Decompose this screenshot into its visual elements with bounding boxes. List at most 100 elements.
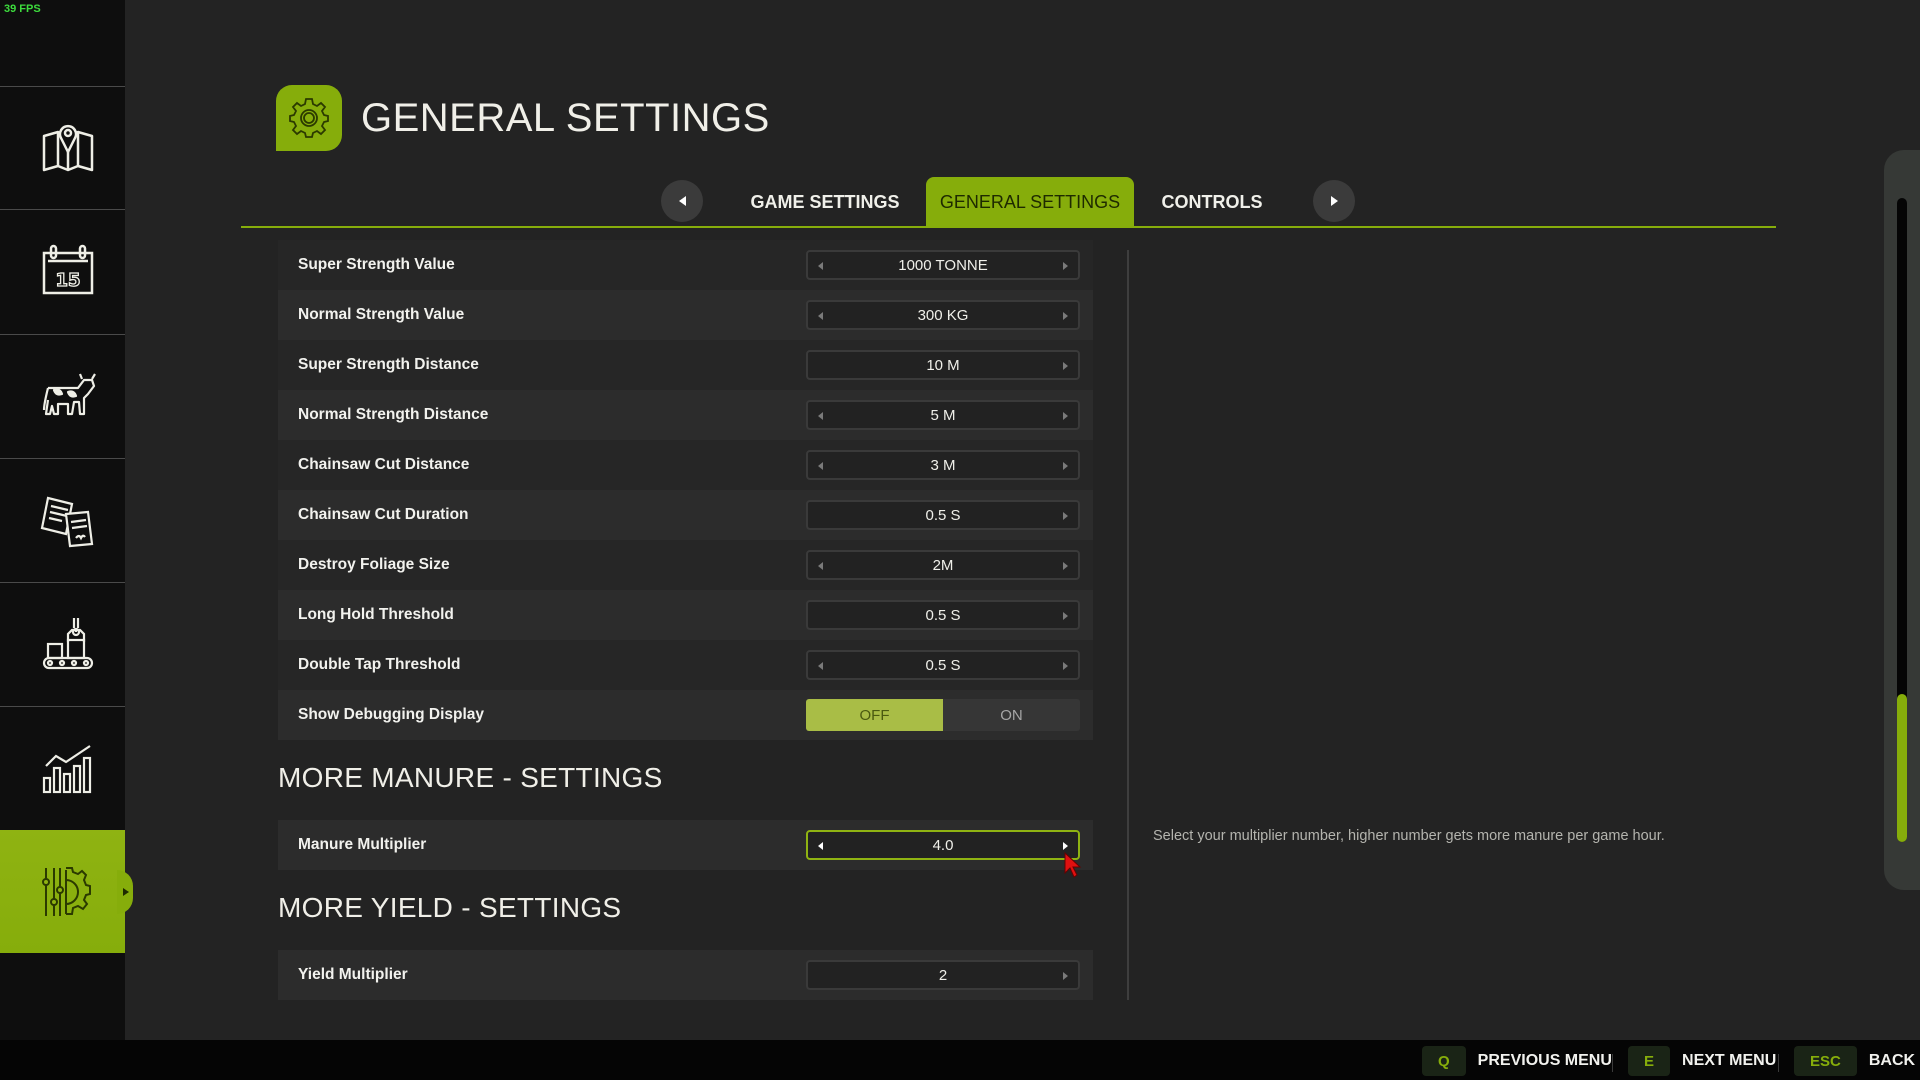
arrow-left-icon[interactable]	[818, 562, 823, 570]
hint-next-menu[interactable]: E NEXT MENU	[1628, 1046, 1776, 1076]
key-badge: E	[1628, 1046, 1671, 1076]
chart-icon	[42, 745, 91, 794]
stepper-value: 10 M	[926, 356, 960, 374]
yield-multiplier-stepper[interactable]: 2	[806, 960, 1080, 990]
panel-divider	[1127, 250, 1129, 1000]
setting-row: Long Hold Threshold 0.5 S	[278, 590, 1093, 640]
sidebar-item-statistics[interactable]	[0, 706, 125, 829]
setting-stepper[interactable]: 300 KG	[806, 300, 1080, 330]
hint-previous-menu[interactable]: Q PREVIOUS MENU	[1422, 1046, 1612, 1076]
tab-game-settings[interactable]: GAME SETTINGS	[740, 177, 910, 227]
fps-counter: 39 FPS	[4, 3, 41, 15]
setting-label: Double Tap Threshold	[298, 656, 461, 673]
setting-label: Chainsaw Cut Distance	[298, 456, 470, 473]
tab-next-button[interactable]	[1313, 180, 1355, 222]
tabs-underline	[241, 226, 1776, 228]
arrow-left-icon[interactable]	[818, 662, 823, 670]
setting-label: Show Debugging Display	[298, 706, 485, 723]
arrow-right-icon[interactable]	[1063, 512, 1068, 520]
stepper-value: 5 M	[930, 406, 956, 424]
documents-icon	[40, 496, 93, 548]
arrow-right-icon[interactable]	[1063, 972, 1068, 980]
sidebar: 15	[0, 0, 133, 1040]
hint-label: NEXT MENU	[1682, 1052, 1777, 1069]
stepper-value: 1000 TONNE	[898, 256, 988, 274]
arrow-right-icon[interactable]	[1063, 412, 1068, 420]
arrow-right-icon[interactable]	[1063, 662, 1068, 670]
arrow-right-icon[interactable]	[1063, 262, 1068, 270]
scrollbar-thumb[interactable]	[1897, 694, 1907, 842]
arrow-right-icon[interactable]	[1063, 312, 1068, 320]
setting-label: Super Strength Value	[298, 256, 455, 273]
stepper-value: 4.0	[932, 836, 954, 854]
setting-row: Super Strength Value 1000 TONNE	[278, 240, 1093, 290]
setting-row: Double Tap Threshold 0.5 S	[278, 640, 1093, 690]
setting-stepper[interactable]: 2M	[806, 550, 1080, 580]
header-icon-badge	[276, 85, 342, 151]
hint-separator	[1778, 1054, 1779, 1072]
stepper-value: 0.5 S	[925, 606, 961, 624]
sidebar-item-settings[interactable]	[0, 830, 133, 953]
arrow-right-icon[interactable]	[1063, 842, 1068, 850]
setting-row: Normal Strength Distance 5 M	[278, 390, 1093, 440]
sidebar-item-animals[interactable]	[0, 334, 125, 457]
calendar-day: 15	[55, 270, 80, 291]
tab-general-settings[interactable]: GENERAL SETTINGS	[926, 177, 1134, 227]
setting-stepper[interactable]: 0.5 S	[806, 600, 1080, 630]
active-pointer-icon	[123, 888, 129, 896]
sidebar-item-calendar[interactable]: 15	[0, 209, 125, 332]
setting-label: Normal Strength Distance	[298, 406, 489, 423]
stepper-value: 2	[938, 966, 948, 984]
arrow-left-icon[interactable]	[818, 312, 823, 320]
bottom-bar: Q PREVIOUS MENU E NEXT MENU ESC BACK	[0, 1040, 1920, 1080]
setting-label: Yield Multiplier	[298, 966, 408, 983]
setting-row-manure-multiplier: Manure Multiplier 4.0	[278, 820, 1093, 870]
arrow-right-icon[interactable]	[1063, 362, 1068, 370]
setting-label: Normal Strength Value	[298, 306, 465, 323]
stepper-value: 3 M	[930, 456, 956, 474]
stepper-value: 0.5 S	[925, 656, 961, 674]
arrow-right-icon[interactable]	[1063, 562, 1068, 570]
setting-row-debug-display: Show Debugging Display OFF ON	[278, 690, 1093, 740]
manure-multiplier-stepper[interactable]: 4.0	[806, 830, 1080, 860]
settings-gear-sliders-icon	[41, 866, 91, 916]
mouse-cursor-icon	[1064, 851, 1082, 878]
setting-label: Manure Multiplier	[298, 836, 427, 853]
setting-label: Destroy Foliage Size	[298, 556, 450, 573]
arrow-left-icon[interactable]	[818, 462, 823, 470]
section-title-yield: MORE YIELD - SETTINGS	[278, 892, 622, 923]
setting-stepper[interactable]: 5 M	[806, 400, 1080, 430]
toggle-on-option[interactable]: ON	[943, 699, 1080, 731]
hint-separator	[1612, 1054, 1613, 1072]
stepper-value: 2M	[932, 556, 954, 574]
setting-label: Super Strength Distance	[298, 356, 479, 373]
debug-display-toggle[interactable]: OFF ON	[806, 699, 1080, 731]
hint-back[interactable]: ESC BACK	[1794, 1046, 1915, 1076]
toggle-off-option[interactable]: OFF	[806, 699, 943, 731]
setting-stepper[interactable]: 1000 TONNE	[806, 250, 1080, 280]
arrow-left-icon[interactable]	[818, 412, 823, 420]
sidebar-item-map[interactable]	[0, 86, 125, 209]
hint-label: PREVIOUS MENU	[1477, 1052, 1612, 1069]
stepper-value: 300 KG	[917, 306, 969, 324]
tab-prev-button[interactable]	[661, 180, 703, 222]
arrow-left-icon[interactable]	[818, 842, 823, 850]
setting-stepper[interactable]: 0.5 S	[806, 650, 1080, 680]
setting-row-yield-multiplier: Yield Multiplier 2	[278, 950, 1093, 1000]
setting-stepper[interactable]: 10 M	[806, 350, 1080, 380]
setting-stepper[interactable]: 0.5 S	[806, 500, 1080, 530]
setting-stepper[interactable]: 3 M	[806, 450, 1080, 480]
arrow-right-icon[interactable]	[1063, 612, 1068, 620]
sidebar-item-production[interactable]	[0, 582, 125, 705]
key-badge: ESC	[1794, 1046, 1857, 1076]
setting-label: Chainsaw Cut Duration	[298, 506, 469, 523]
tab-controls[interactable]: CONTROLS	[1150, 177, 1274, 227]
arrow-right-icon[interactable]	[1063, 462, 1068, 470]
page-title: GENERAL SETTINGS	[361, 96, 770, 140]
gear-icon	[289, 98, 329, 138]
calendar-icon: 15	[42, 244, 93, 295]
key-badge: Q	[1422, 1046, 1466, 1076]
arrow-left-icon[interactable]	[818, 262, 823, 270]
triangle-right-icon	[1330, 196, 1338, 206]
sidebar-item-contracts[interactable]	[0, 458, 125, 581]
